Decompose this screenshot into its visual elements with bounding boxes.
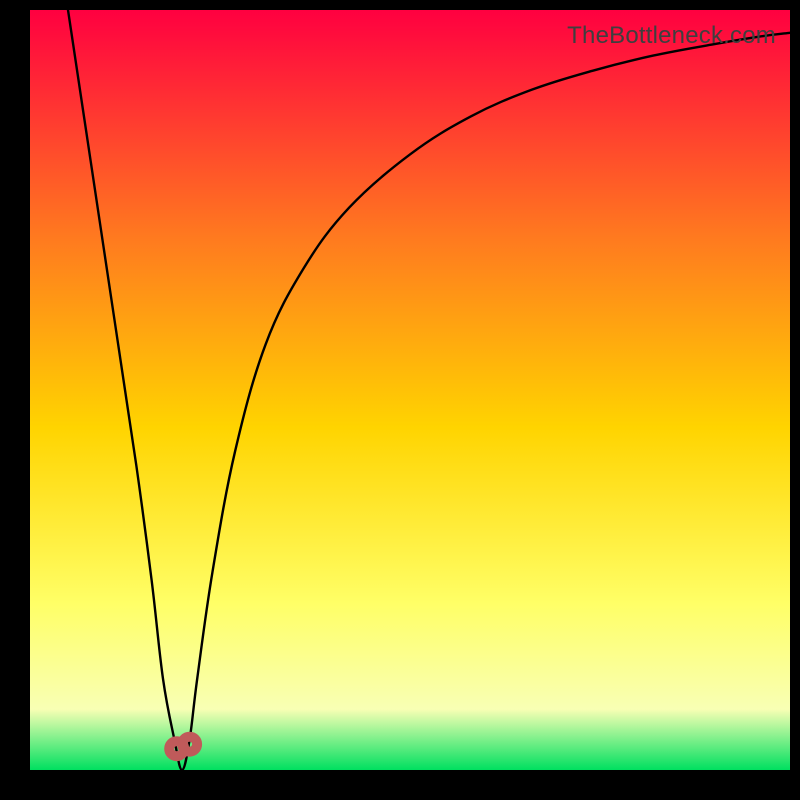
plot-area: TheBottleneck.com <box>30 10 790 770</box>
plot-svg <box>30 10 790 770</box>
gradient-background <box>30 10 790 770</box>
watermark-text: TheBottleneck.com <box>567 22 776 50</box>
chart-frame: TheBottleneck.com <box>0 0 800 800</box>
min-markers <box>169 737 197 757</box>
